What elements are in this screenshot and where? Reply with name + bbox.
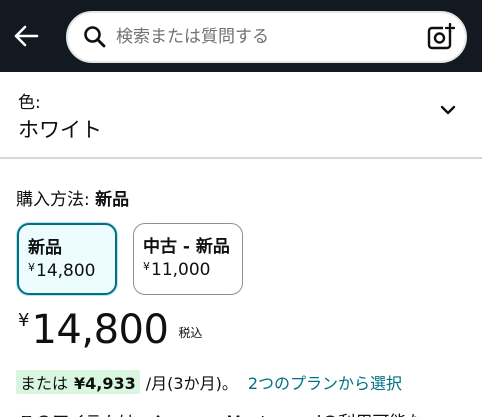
price-amount: 14,800	[31, 307, 169, 353]
top-navigation-bar	[0, 0, 482, 72]
installment-plans-link[interactable]: 2つのプランから選択	[248, 370, 402, 394]
tax-included-label: 税込	[178, 326, 203, 340]
price-currency: ¥	[18, 310, 30, 331]
option-price-value: 14,800	[36, 261, 96, 281]
installment-amount: ¥4,933	[74, 374, 136, 393]
installment-prefix: または	[20, 374, 69, 393]
product-price: ¥ 14,800 税込	[18, 306, 202, 354]
arrow-left-icon	[14, 25, 39, 47]
option-new-button[interactable]: 新品 ¥14,800	[17, 223, 117, 295]
color-selector[interactable]: 色: ホワイト	[0, 72, 482, 159]
option-price: ¥11,000	[143, 260, 210, 280]
option-currency: ¥	[28, 261, 35, 274]
option-price: ¥14,800	[28, 261, 95, 281]
chevron-down-icon[interactable]	[436, 98, 460, 122]
option-price-value: 11,000	[151, 260, 211, 280]
option-title: 中古 - 新品	[143, 237, 230, 257]
installment-highlight: または ¥4,933	[16, 370, 140, 394]
purchase-method-title: 購入方法:	[16, 190, 90, 210]
camera-lens-icon[interactable]	[427, 23, 455, 51]
purchase-method-value: 新品	[95, 190, 130, 210]
color-value: ホワイト	[18, 118, 102, 142]
purchase-method-label: 購入方法: 新品	[16, 185, 129, 210]
installment-period: /月(3か月)。	[145, 374, 238, 393]
installment-info: または ¥4,933 /月(3か月)。 2つのプランから選択	[16, 370, 402, 394]
color-label: 色:	[18, 93, 41, 113]
search-icon	[84, 26, 106, 48]
option-title: 新品	[28, 238, 62, 258]
back-button[interactable]	[8, 18, 44, 54]
option-used-button[interactable]: 中古 - 新品 ¥11,000	[133, 223, 243, 295]
footer-cut-text: このアイテムは、Amazon Mastercardの利用可能な...	[18, 408, 468, 417]
search-input[interactable]	[116, 13, 416, 61]
option-currency: ¥	[143, 260, 150, 273]
search-bar[interactable]	[66, 11, 467, 63]
